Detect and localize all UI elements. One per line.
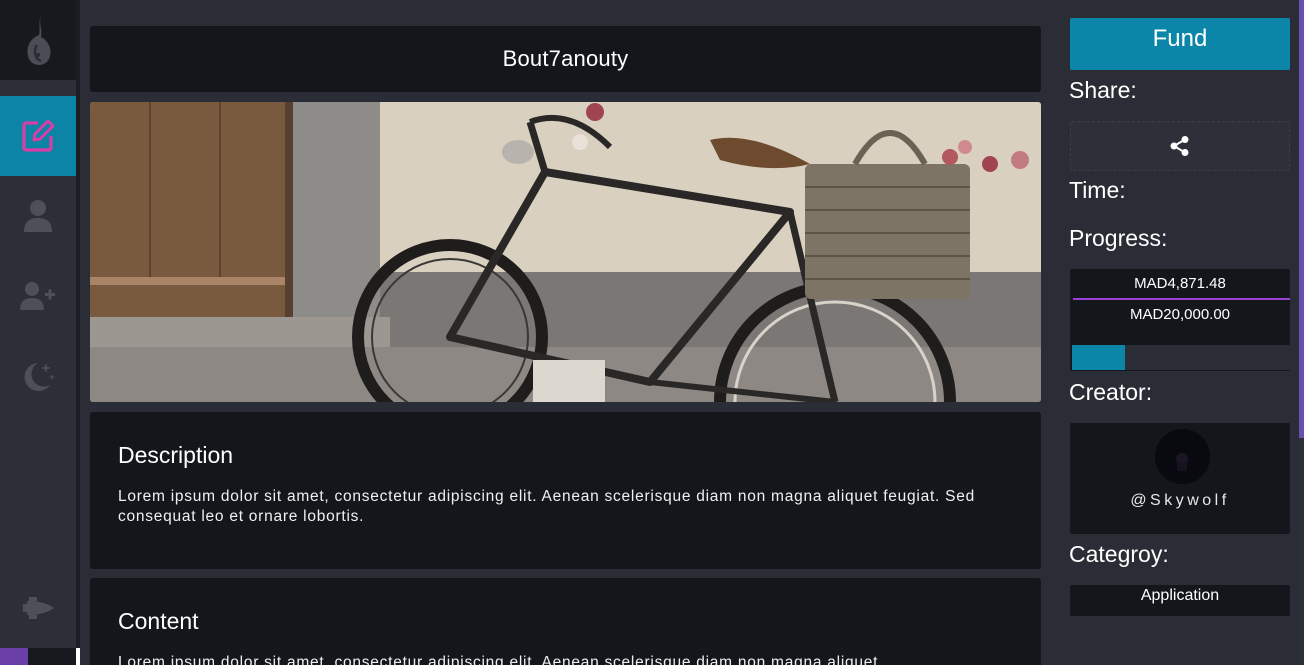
sidebar [0,0,76,665]
creator-card[interactable]: @Skywolf [1070,423,1290,534]
funding-goal: MAD20,000.00 [1129,306,1231,323]
sidebar-item-profile[interactable] [0,176,76,256]
category-label: Categroy: [1069,541,1169,567]
description-card: Description Lorem ipsum dolor sit amet, … [90,412,1041,569]
amount-raised: MAD4,871.48 [1134,275,1226,292]
sidebar-item-theme[interactable] [0,336,76,416]
project-title: Bout7anouty [502,46,629,71]
progress-panel: MAD4,871.48 MAD20,000.00 [1070,269,1290,371]
avatar-image [1155,429,1210,484]
description-text: Lorem ipsum dolor sit amet, consectetur … [118,488,975,525]
edit-icon [22,119,55,152]
drop-logo-icon [27,13,51,65]
sidebar-footer-accent [0,648,28,665]
sidebar-item-add-user[interactable] [0,256,76,336]
fund-button[interactable]: Fund [1070,18,1290,70]
project-hero-image [90,102,1041,402]
sidebar-item-launch[interactable] [0,568,76,648]
bicycle-photo [90,102,1041,402]
avatar[interactable] [1155,429,1210,484]
scrollbar-track[interactable] [1299,438,1304,665]
category-badge: Application [1070,585,1290,616]
progress-bar [1072,345,1290,370]
progress-bar-fill [1072,345,1126,370]
sidebar-footer [28,648,76,665]
content-text: Lorem ipsum dolor sit amet, consectetur … [118,654,879,665]
progress-divider [1073,298,1290,300]
share-button[interactable] [1070,121,1290,171]
progress-label: Progress: [1069,225,1168,251]
moon-stars-icon [24,363,55,391]
description-heading: Description [118,442,234,468]
user-icon [24,200,52,232]
logo[interactable] [0,0,76,80]
share-label: Share: [1069,77,1137,103]
time-label: Time: [1069,177,1126,203]
creator-handle[interactable]: @Skywolf [1070,492,1290,510]
creator-label: Creator: [1069,379,1153,405]
content-card: Content Lorem ipsum dolor sit amet, cons… [90,578,1041,665]
share-icon [1170,136,1189,156]
sidebar-item-edit[interactable] [0,96,76,176]
content-heading: Content [118,608,199,634]
sidebar-divider [76,0,80,665]
space-shuttle-icon [23,597,54,619]
scrollbar-thumb[interactable] [1299,0,1304,438]
project-title-card: Bout7anouty [90,26,1041,92]
user-plus-icon [20,282,55,310]
sidebar-footer-marker [76,648,80,665]
